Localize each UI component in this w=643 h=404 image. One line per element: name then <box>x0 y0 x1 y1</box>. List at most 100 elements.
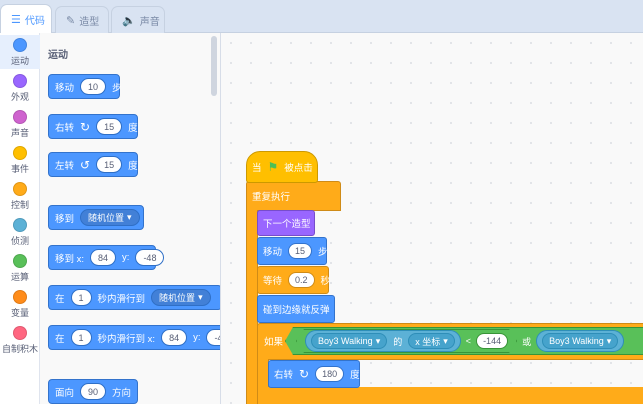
compare-value-input[interactable]: -144 <box>476 333 508 349</box>
tab-sounds[interactable]: 🔈 声音 <box>111 6 165 33</box>
palette-scrollbar[interactable] <box>211 36 217 96</box>
move-steps-block[interactable]: 移动 10 步 <box>48 74 122 99</box>
x-input[interactable]: 84 <box>90 249 117 266</box>
block-label: 的 <box>393 336 403 347</box>
block-label: 移动 <box>55 82 75 94</box>
category-label: 变量 <box>10 308 29 318</box>
dropdown-value: Boy3 Walking <box>318 336 373 346</box>
category-label: 运算 <box>10 272 29 282</box>
block-label: 左转 <box>55 160 75 172</box>
degrees-input[interactable]: 180 <box>315 366 345 382</box>
category-label: 侦测 <box>10 236 29 246</box>
editor-tab-bar: ☰ 代码 ✎ 造型 🔈 声音 <box>0 0 643 34</box>
my-blocks-dot-icon <box>13 326 27 340</box>
category-control[interactable]: 控制 <box>0 179 40 213</box>
category-variables[interactable]: 变量 <box>0 287 40 321</box>
block-label: y: <box>122 252 130 263</box>
script-workspace[interactable]: 重复执行 当 ⚑ 被点击 下一个造型 移动 15 步 等待 0.2 秒 碰到边缘… <box>221 33 643 404</box>
bounce-on-edge-block[interactable]: 碰到边缘就反弹 <box>257 295 335 323</box>
block-label: 或 <box>522 336 532 347</box>
if-bottom <box>257 387 643 404</box>
tab-code[interactable]: ☰ 代码 <box>0 4 52 34</box>
category-label: 控制 <box>10 200 29 210</box>
category-sound[interactable]: 声音 <box>0 107 40 141</box>
tab-code-label: 代码 <box>24 16 45 27</box>
when-flag-clicked-block[interactable]: 当 ⚑ 被点击 <box>246 151 318 183</box>
category-my-blocks[interactable]: 自制积木 <box>0 323 40 357</box>
operator-symbol: < <box>465 336 472 346</box>
block-label: 右转 <box>55 122 75 134</box>
seconds-input[interactable]: 0.2 <box>288 272 315 288</box>
move-steps-script-block[interactable]: 移动 15 步 <box>257 237 328 265</box>
block-label: y: <box>193 332 201 343</box>
seconds-input[interactable]: 1 <box>70 289 92 306</box>
chevron-down-icon: ▾ <box>375 335 381 346</box>
next-costume-block[interactable]: 下一个造型 <box>257 210 315 236</box>
operators-dot-icon <box>13 254 27 268</box>
attribute-dropdown[interactable]: x 坐标 ▾ <box>408 333 455 349</box>
x-input[interactable]: 84 <box>161 329 188 346</box>
direction-input[interactable]: 90 <box>80 383 107 400</box>
block-label: 当 <box>252 163 262 174</box>
goto-xy-block[interactable]: 移到 x: 84 y: -48 <box>48 245 165 270</box>
steps-input[interactable]: 10 <box>80 78 107 95</box>
block-label: 碰到边缘就反弹 <box>263 305 330 316</box>
turn-right-script-block[interactable]: 右转 ↻ 180 度 <box>268 360 360 388</box>
block-label: 右转 <box>274 370 294 381</box>
sprite-attribute-block-2[interactable]: Boy3 Walking ▾ <box>536 330 624 352</box>
forever-block[interactable]: 重复执行 <box>246 181 341 211</box>
chevron-down-icon: ▾ <box>443 335 448 346</box>
block-label: 移到 x: <box>55 253 85 265</box>
rotate-clockwise-icon: ↻ <box>299 367 310 381</box>
y-input[interactable]: -4 <box>206 329 220 346</box>
forever-label: 重复执行 <box>252 192 291 203</box>
block-label: 秒内滑行到 x: <box>97 333 156 345</box>
motion-dot-icon <box>13 38 27 52</box>
tab-costumes-label: 造型 <box>79 16 100 28</box>
seconds-input[interactable]: 1 <box>70 329 92 346</box>
chevron-down-icon: ▾ <box>127 212 132 222</box>
control-dot-icon <box>13 182 27 196</box>
turn-left-block[interactable]: 左转 ↺ 15 度 <box>48 152 138 177</box>
category-looks[interactable]: 外观 <box>0 71 40 105</box>
less-than-operator-block[interactable]: Boy3 Walking ▾ 的 x 坐标 ▾ < -144 <box>296 329 517 353</box>
goto-target-dropdown[interactable]: 随机位置 ▾ <box>80 209 140 226</box>
glide-target-dropdown[interactable]: 随机位置 ▾ <box>151 289 211 306</box>
block-label: 度 <box>350 370 360 381</box>
wait-seconds-block[interactable]: 等待 0.2 秒 <box>257 266 330 294</box>
point-direction-block[interactable]: 面向 90 方向 <box>48 379 138 404</box>
block-label: 步 <box>112 82 122 94</box>
or-operator-block[interactable]: Boy3 Walking ▾ 的 x 坐标 ▾ < -144 或 Boy3 Wa… <box>285 327 643 355</box>
turn-right-block[interactable]: 右转 ↻ 15 度 <box>48 114 138 139</box>
goto-block[interactable]: 移到 随机位置 ▾ <box>48 205 144 230</box>
category-operators[interactable]: 运算 <box>0 251 40 285</box>
glide-to-block[interactable]: 在 1 秒内滑行到 随机位置 ▾ <box>48 285 220 310</box>
steps-input[interactable]: 15 <box>288 243 313 259</box>
sprite-attribute-block[interactable]: Boy3 Walking ▾ 的 x 坐标 ▾ <box>305 330 461 352</box>
block-label: 秒内滑行到 <box>97 293 146 305</box>
if-label: 如果 <box>264 337 284 348</box>
brush-icon: ✎ <box>66 14 76 27</box>
tab-costumes[interactable]: ✎ 造型 <box>55 6 109 33</box>
rotate-counterclockwise-icon: ↺ <box>80 157 91 172</box>
chevron-down-icon: ▾ <box>606 335 612 346</box>
sprite-dropdown[interactable]: Boy3 Walking ▾ <box>311 333 387 349</box>
block-label: 度 <box>128 122 138 134</box>
chevron-down-icon: ▾ <box>198 292 203 302</box>
code-icon: ☰ <box>11 14 21 26</box>
y-input[interactable]: -48 <box>135 249 165 266</box>
glide-xy-block[interactable]: 在 1 秒内滑行到 x: 84 y: -4 <box>48 325 220 350</box>
block-label: 在 <box>55 293 65 305</box>
degrees-input[interactable]: 15 <box>96 118 123 135</box>
tab-sounds-label: 声音 <box>139 16 160 28</box>
category-motion[interactable]: 运动 <box>0 35 40 69</box>
sensing-dot-icon <box>13 218 27 232</box>
category-sensing[interactable]: 侦测 <box>0 215 40 249</box>
sprite-dropdown[interactable]: Boy3 Walking ▾ <box>542 333 618 349</box>
degrees-input[interactable]: 15 <box>96 156 123 173</box>
block-label: 等待 <box>263 276 283 287</box>
category-menu: 运动 外观 声音 事件 控制 侦测 运算 变量 自制积木 <box>0 33 40 404</box>
block-label: 移动 <box>263 247 283 258</box>
category-events[interactable]: 事件 <box>0 143 40 177</box>
events-dot-icon <box>13 146 27 160</box>
